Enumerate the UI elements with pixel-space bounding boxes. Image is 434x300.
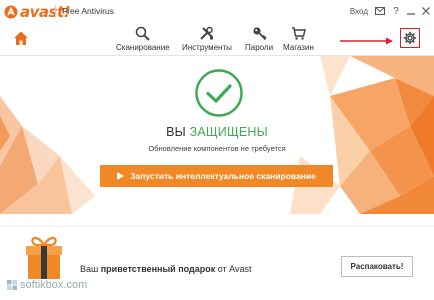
nav-item-scan[interactable]: Сканирование: [116, 25, 170, 55]
gift-text-bold: приветственный подарок: [100, 264, 216, 274]
nav-item-passwords[interactable]: Пароли: [245, 25, 273, 55]
gift-text: Ваш приветственный подарок от Avast: [80, 264, 252, 274]
nav-item-label: Пароли: [245, 43, 274, 52]
close-icon[interactable]: [422, 4, 430, 18]
minimize-icon[interactable]: [407, 4, 415, 18]
smart-scan-label: Запустить интеллектуальное сканирование: [130, 171, 316, 181]
highlight-arrow: [340, 37, 393, 45]
tools-icon: [199, 25, 214, 42]
title-divider: [55, 5, 56, 18]
unpack-button[interactable]: Распаковать!: [341, 256, 413, 277]
mail-icon[interactable]: [375, 4, 385, 18]
status-panel: ВЫ ЗАЩИЩЕНЫ Обновление компонентов не тр…: [0, 56, 434, 214]
gift-text-suffix: от Avast: [215, 264, 252, 274]
play-icon: [117, 172, 125, 180]
title-bar: avast! Free Antivirus Вход ?: [0, 0, 434, 23]
status-subtitle: Обновление компонентов не требуется: [148, 144, 286, 153]
settings-button[interactable]: [400, 28, 420, 48]
watermark: softikbox.com: [6, 279, 87, 291]
nav-item-label: Магазин: [283, 43, 314, 52]
smart-scan-button[interactable]: Запустить интеллектуальное сканирование: [100, 165, 333, 187]
nav-item-label: Сканирование: [116, 43, 170, 52]
nav-bar: Сканирование Инструменты Пароли Магазин: [0, 23, 434, 56]
avast-logo-icon: [4, 5, 18, 19]
protected-check-icon: [195, 69, 243, 117]
search-icon: [135, 25, 151, 42]
product-name: Free Antivirus: [62, 6, 114, 16]
gear-icon: [403, 31, 417, 45]
nav-item-label: Инструменты: [182, 43, 232, 52]
nav-item-tools[interactable]: Инструменты: [182, 25, 232, 55]
window-controls: Вход ?: [350, 4, 430, 18]
watermark-text: softikbox.com: [20, 279, 88, 291]
status-title-prefix: ВЫ: [166, 125, 190, 139]
gift-icon: [26, 236, 62, 279]
key-icon: [252, 25, 267, 42]
home-icon[interactable]: [12, 29, 30, 47]
help-icon[interactable]: ?: [392, 4, 400, 18]
avast-logo: avast!: [4, 3, 70, 21]
cart-icon: [291, 25, 306, 42]
status-title-protected: ЗАЩИЩЕНЫ: [189, 125, 268, 139]
nav-item-store[interactable]: Магазин: [283, 25, 314, 55]
status-title: ВЫ ЗАЩИЩЕНЫ: [0, 125, 434, 139]
login-link[interactable]: Вход: [350, 4, 368, 18]
watermark-logo-icon: [7, 280, 17, 290]
gift-text-prefix: Ваш: [80, 264, 101, 274]
